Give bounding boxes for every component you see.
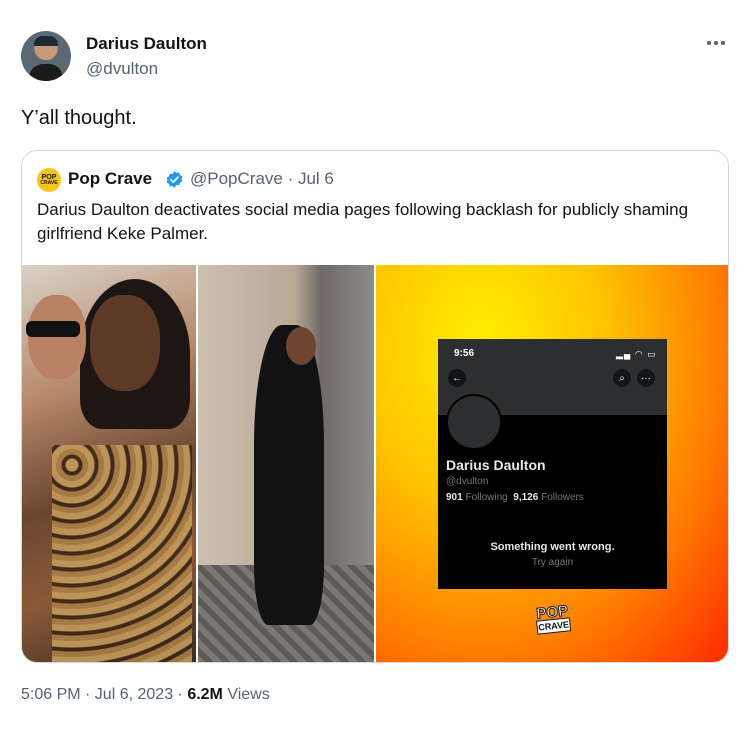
phone-screenshot: 9:56 ▂▄ ◠ ▭ ← ⌕ ··· Darius Daulton @dvul… (438, 339, 667, 589)
profile-handle: @dvulton (446, 476, 489, 487)
profile-avatar-placeholder (446, 394, 502, 450)
tweet-text: Y’all thought. (21, 107, 137, 129)
verified-badge-icon (166, 171, 183, 188)
media-photo-couple[interactable] (22, 265, 196, 662)
overflow-icon: ··· (637, 369, 655, 387)
followers-label: Followers (541, 492, 584, 503)
following-label: Following (465, 492, 508, 503)
media-profile-screenshot[interactable]: 9:56 ▂▄ ◠ ▭ ← ⌕ ··· Darius Daulton @dvul… (376, 265, 728, 662)
quoted-media[interactable]: 9:56 ▂▄ ◠ ▭ ← ⌕ ··· Darius Daulton @dvul… (22, 265, 728, 662)
quoted-avatar[interactable]: POP CRAVE (37, 168, 61, 192)
error-retry: Try again (531, 557, 574, 568)
back-arrow-icon: ← (448, 369, 466, 387)
following-count: 901 (446, 492, 463, 503)
views-count: 6.2M (187, 686, 223, 703)
profile-stats: 901 Following 9,126 Followers (446, 492, 584, 503)
quoted-author-name[interactable]: Pop Crave (68, 169, 152, 189)
pop-crave-logo: POP CRAVE (535, 602, 572, 635)
author-name[interactable]: Darius Daulton (86, 34, 207, 54)
search-icon: ⌕ (613, 369, 631, 387)
profile-name: Darius Daulton (446, 457, 546, 473)
tweet: Darius Daulton @dvulton Y’all thought. P… (0, 0, 755, 729)
views-label: Views (222, 686, 270, 703)
media-photo-portrait[interactable] (198, 265, 374, 662)
phone-status-icons: ▂▄ ◠ ▭ (616, 349, 657, 359)
quoted-text: Darius Daulton deactivates social media … (37, 200, 689, 243)
error-title: Something went wrong. (490, 541, 615, 553)
more-icon[interactable] (702, 33, 730, 53)
quoted-avatar-line-2: CRAVE (40, 180, 58, 186)
tweet-meta: 5:06 PM · Jul 6, 2023 · 6.2M Views (21, 686, 270, 704)
tweet-timestamp[interactable]: 5:06 PM · Jul 6, 2023 · (21, 686, 187, 703)
author-avatar[interactable] (21, 31, 71, 81)
followers-count: 9,126 (513, 492, 539, 503)
author-handle[interactable]: @dvulton (86, 59, 158, 79)
phone-time: 9:56 (454, 348, 475, 359)
quoted-handle-date[interactable]: @PopCrave · Jul 6 (190, 169, 334, 189)
quoted-tweet[interactable]: POP CRAVE Pop Crave @PopCrave · Jul 6 Da… (21, 150, 729, 663)
